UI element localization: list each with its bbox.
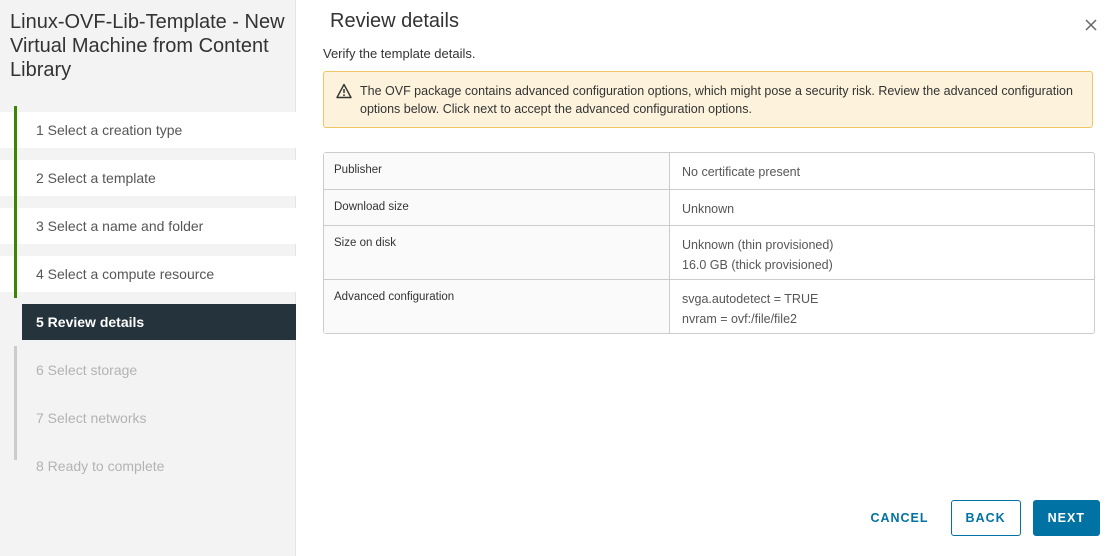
wizard-footer: CANCEL BACK NEXT bbox=[860, 500, 1100, 536]
page-title: Review details bbox=[330, 10, 459, 32]
step-select-networks: 7 Select networks bbox=[0, 394, 296, 442]
detail-value: Unknown (thin provisioned) 16.0 GB (thic… bbox=[670, 225, 1094, 279]
detail-value-line: nvram = ovf:/file/file2 bbox=[682, 312, 797, 326]
detail-value-line: Unknown bbox=[682, 202, 735, 216]
step-label: 7 Select networks bbox=[36, 410, 147, 426]
detail-key: Advanced configuration bbox=[324, 279, 670, 333]
detail-value: No certificate present bbox=[670, 153, 1094, 189]
wizard-content: Review details Verify the template detai… bbox=[323, 0, 1106, 556]
table-row: Publisher No certificate present bbox=[324, 153, 1094, 189]
step-select-compute-resource[interactable]: 4 Select a compute resource bbox=[0, 250, 296, 298]
page-subtitle: Verify the template details. bbox=[323, 46, 476, 61]
step-label: 3 Select a name and folder bbox=[36, 218, 204, 234]
table-row: Size on disk Unknown (thin provisioned) … bbox=[324, 225, 1094, 279]
close-icon bbox=[1085, 19, 1097, 31]
detail-value-line: 16.0 GB (thick provisioned) bbox=[682, 258, 833, 272]
detail-value-line: Unknown (thin provisioned) bbox=[682, 238, 834, 252]
step-label: 8 Ready to complete bbox=[36, 458, 165, 474]
step-label: 2 Select a template bbox=[36, 170, 156, 186]
next-button[interactable]: NEXT bbox=[1032, 500, 1100, 536]
step-label: 6 Select storage bbox=[36, 362, 138, 378]
step-select-storage: 6 Select storage bbox=[0, 346, 296, 394]
wizard-steps: 1 Select a creation type 2 Select a temp… bbox=[0, 106, 296, 496]
alert-text: The OVF package contains advanced config… bbox=[360, 84, 1073, 116]
step-select-creation-type[interactable]: 1 Select a creation type bbox=[0, 106, 296, 154]
detail-value: Unknown bbox=[670, 189, 1094, 225]
security-warning-alert: The OVF package contains advanced config… bbox=[323, 71, 1093, 128]
detail-key: Size on disk bbox=[324, 225, 670, 279]
step-review-details[interactable]: 5 Review details bbox=[22, 304, 296, 340]
wizard-sidebar: Linux-OVF-Lib-Template - New Virtual Mac… bbox=[0, 0, 296, 556]
detail-value-line: No certificate present bbox=[682, 165, 801, 179]
step-select-name-folder[interactable]: 3 Select a name and folder bbox=[0, 202, 296, 250]
step-ready-to-complete: 8 Ready to complete bbox=[0, 442, 296, 484]
step-label: 5 Review details bbox=[36, 314, 145, 330]
step-label: 4 Select a compute resource bbox=[36, 266, 215, 282]
template-details-table: Publisher No certificate present Downloa… bbox=[323, 152, 1095, 334]
wizard-title: Linux-OVF-Lib-Template - New Virtual Mac… bbox=[10, 11, 285, 81]
step-select-template[interactable]: 2 Select a template bbox=[0, 154, 296, 202]
table-row: Download size Unknown bbox=[324, 189, 1094, 225]
detail-key: Download size bbox=[324, 189, 670, 225]
close-button[interactable] bbox=[1080, 14, 1102, 36]
detail-key: Publisher bbox=[324, 153, 670, 189]
table-row: Advanced configuration svga.autodetect =… bbox=[324, 279, 1094, 333]
back-button[interactable]: BACK bbox=[950, 500, 1021, 536]
detail-value-line: svga.autodetect = TRUE bbox=[682, 292, 819, 306]
step-label: 1 Select a creation type bbox=[36, 122, 183, 138]
warning-icon bbox=[336, 83, 352, 99]
cancel-button[interactable]: CANCEL bbox=[860, 500, 938, 536]
detail-value: svga.autodetect = TRUE nvram = ovf:/file… bbox=[670, 279, 1094, 333]
